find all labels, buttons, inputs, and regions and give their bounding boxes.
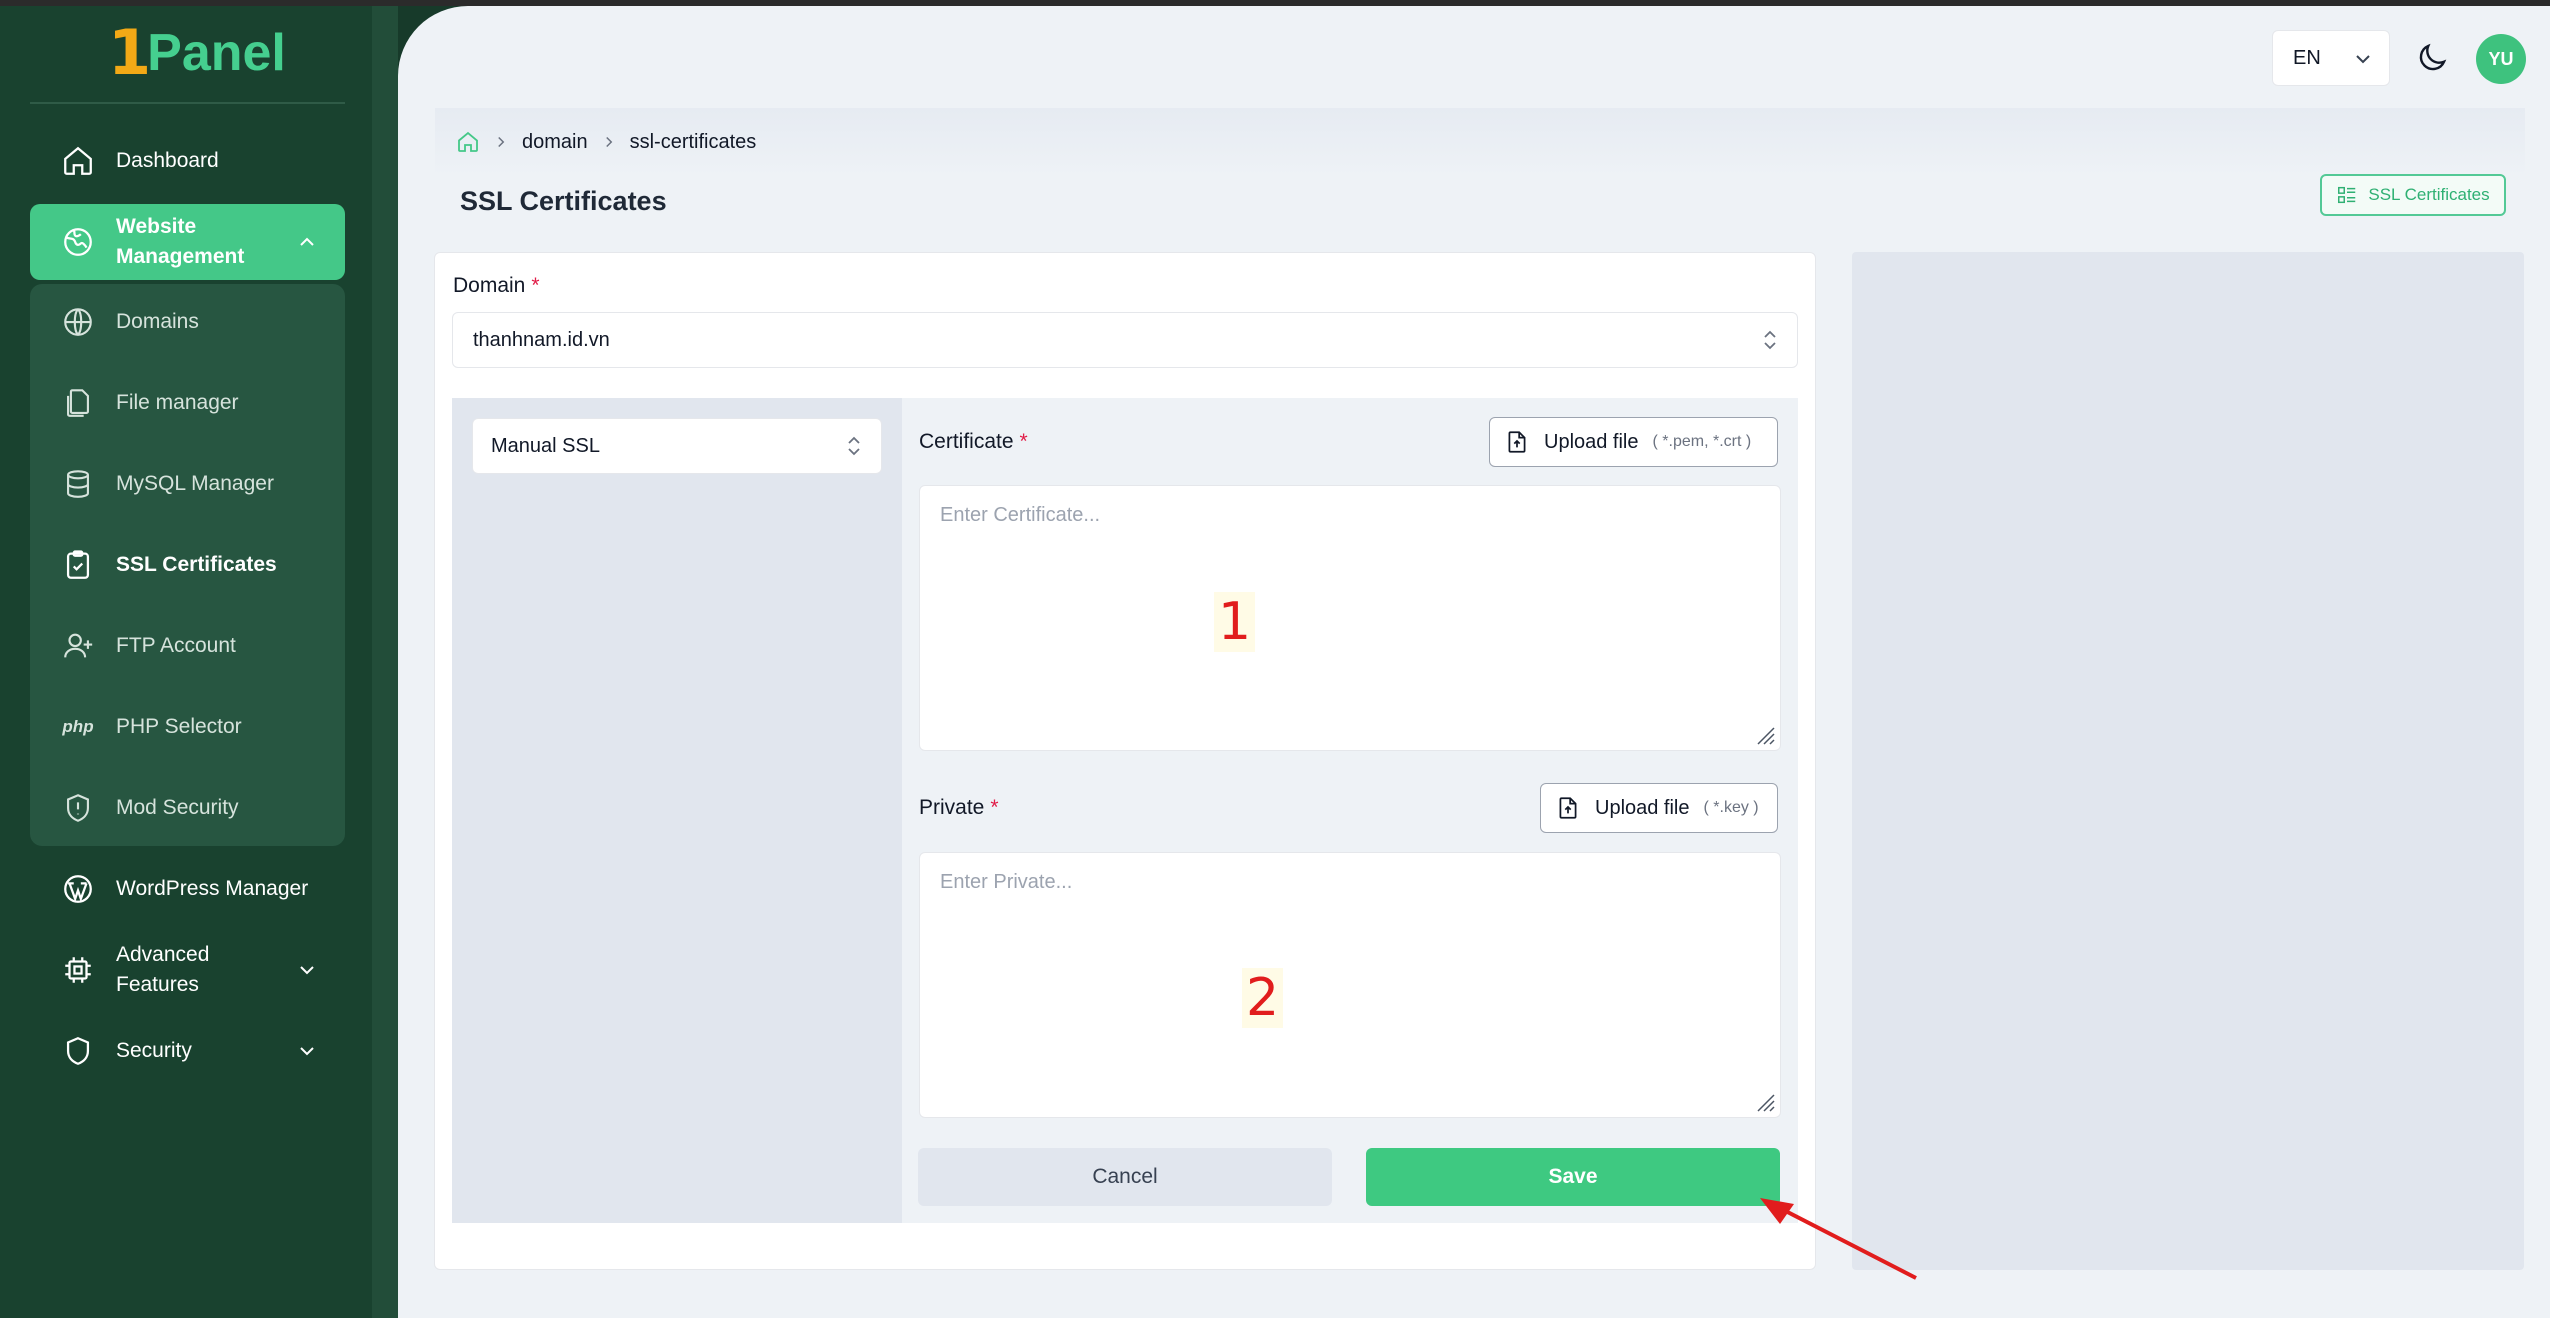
sidebar-item-wordpress-manager[interactable]: WordPress Manager [30,853,345,925]
upload-private-key-button[interactable]: Upload file ( *.key ) [1540,783,1778,833]
upload-label: Upload file [1544,430,1639,453]
sidebar-item-ftp-account[interactable]: FTP Account [30,610,345,682]
sidebar-item-mysql-manager[interactable]: MySQL Manager [30,448,345,520]
sidebar-item-label: File manager [116,391,239,414]
logo-divider [30,102,345,104]
logo: 1 Panel [108,18,286,88]
globe-outline-icon [60,304,96,340]
avatar[interactable]: YU [2476,34,2526,84]
resize-grip-icon[interactable] [1754,724,1776,746]
resize-grip-icon[interactable] [1754,1091,1776,1113]
certificate-textarea[interactable]: Enter Certificate... [919,485,1781,751]
sidebar-item-label: PHP Selector [116,715,242,738]
logo-number: 1 [108,16,152,89]
chevron-down-icon [300,1047,314,1056]
language-select[interactable]: EN [2272,30,2390,86]
private-label: Private * [919,796,999,819]
certificate-placeholder: Enter Certificate... [940,504,1101,526]
side-panel [1852,252,2524,1270]
sidebar-item-domains[interactable]: Domains [30,286,345,358]
breadcrumb: domain ssl-certificates [456,130,756,154]
sidebar-item-ssl-certificates[interactable]: SSL Certificates [30,529,345,601]
chevron-up-icon [300,237,314,246]
sidebar-item-php-selector[interactable]: php PHP Selector [30,691,345,763]
sidebar-item-advanced-features[interactable]: Advanced Features [30,934,345,1006]
sidebar-item-label: SSL Certificates [116,553,277,576]
sidebar-item-label: Domains [116,310,199,333]
file-upload-icon [1559,797,1577,819]
breadcrumb-item[interactable]: ssl-certificates [630,131,757,154]
home-icon[interactable] [456,130,480,154]
sidebar-item-label: Dashboard [116,149,219,172]
annotation-marker-1: 1 [1214,592,1256,652]
annotation-arrow [1760,1198,1917,1280]
certificate-label: Certificate * [919,430,1028,453]
sidebar-item-file-manager[interactable]: File manager [30,367,345,439]
sidebar-item-label: MySQL Manager [116,472,274,495]
ssl-certificates-button-label: SSL Certificates [2368,185,2490,204]
wordpress-icon [60,871,96,907]
chevron-up-down-icon [848,436,860,456]
domain-select[interactable]: thanhnam.id.vn [452,312,1798,368]
sidebar-item-security[interactable]: Security [30,1015,345,1087]
files-icon [60,385,96,421]
page-title: SSL Certificates [460,186,667,216]
breadcrumb-item[interactable]: domain [522,131,588,154]
database-icon [60,466,96,502]
moon-icon[interactable] [2414,40,2450,76]
domain-value: thanhnam.id.vn [473,328,610,351]
sidebar-item-label: Website Management [116,215,245,268]
ssl-type-select[interactable]: Manual SSL [472,418,882,474]
upload-label: Upload file [1595,796,1690,819]
sidebar-item-mod-security[interactable]: Mod Security [30,772,345,844]
list-icon [2338,186,2356,204]
cancel-button[interactable]: Cancel [918,1148,1332,1206]
user-plus-icon [60,628,96,664]
chevron-down-icon [300,966,314,975]
language-value: EN [2293,46,2321,69]
required-mark: * [990,796,999,819]
ssl-type-value: Manual SSL [491,434,600,457]
chevron-right-icon [605,136,612,148]
save-button[interactable]: Save [1366,1148,1780,1206]
sidebar-item-website-management[interactable]: Website Management [30,204,345,280]
ssl-certificates-button[interactable]: SSL Certificates [2320,174,2506,216]
annotation-marker-2: 2 [1242,968,1284,1028]
sidebar-item-label: Advanced Features [116,943,210,996]
sidebar-item-label: Mod Security [116,796,239,819]
file-upload-icon [1508,431,1526,453]
required-mark: * [531,274,540,297]
home-icon [60,143,96,179]
chevron-down-icon [2356,55,2370,64]
required-mark: * [1019,430,1028,453]
private-key-textarea[interactable]: Enter Private... [919,852,1781,1118]
ssl-type-panel [452,398,902,1223]
logo-text: Panel [147,24,286,82]
globe-icon [60,224,96,260]
chevron-right-icon [498,136,505,148]
sidebar-item-label: WordPress Manager [116,877,309,900]
sidebar-item-label: Security [116,1039,192,1062]
shield-icon [60,1033,96,1069]
clipboard-check-icon [60,547,96,583]
chevron-up-down-icon [1764,330,1776,350]
sidebar-item-dashboard[interactable]: Dashboard [30,125,345,197]
sidebar-item-label: FTP Account [116,634,236,657]
sidebar-edge [372,6,398,1318]
upload-hint: ( *.pem, *.crt ) [1652,433,1752,450]
domain-label: Domain * [453,274,540,297]
php-icon: php [62,717,94,736]
private-placeholder: Enter Private... [940,871,1073,893]
shield-alert-icon [60,790,96,826]
upload-certificate-button[interactable]: Upload file ( *.pem, *.crt ) [1489,417,1778,467]
upload-hint: ( *.key ) [1703,799,1759,816]
cpu-icon [60,952,96,988]
